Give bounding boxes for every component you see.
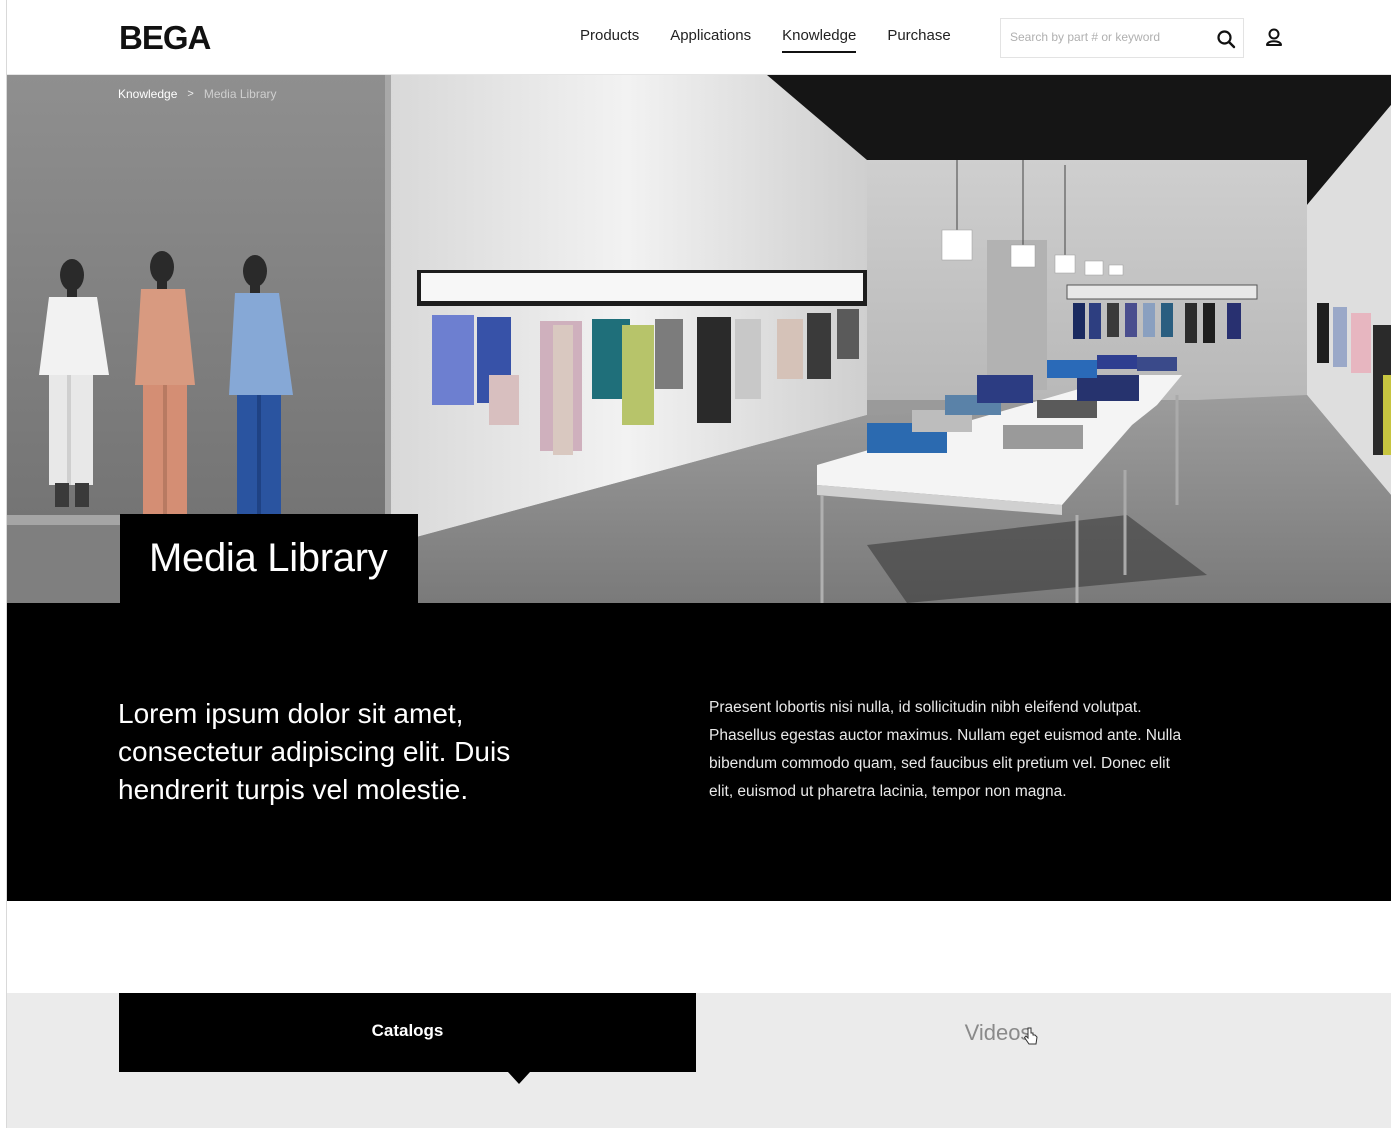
page-frame: BEGA Products Applications Knowledge Pur… [6, 0, 1391, 1128]
search-box [1000, 18, 1244, 58]
nav-products[interactable]: Products [580, 27, 639, 51]
tab-videos[interactable]: Videos [696, 993, 1296, 1072]
breadcrumb-separator: > [187, 88, 194, 100]
tab-catalogs-label: Catalogs [371, 1021, 444, 1040]
tab-catalogs[interactable]: Catalogs [119, 993, 696, 1084]
main-nav: Products Applications Knowledge Purchase [580, 27, 982, 53]
nav-applications[interactable]: Applications [670, 27, 751, 51]
intro-section: Lorem ipsum dolor sit amet, consectetur … [7, 603, 1391, 901]
nav-purchase[interactable]: Purchase [887, 27, 950, 51]
search-icon[interactable] [1215, 28, 1237, 50]
bega-logo[interactable]: BEGA [119, 19, 211, 57]
intro-body-text: Praesent lobortis nisi nulla, id sollici… [709, 699, 1182, 800]
intro-lead-text: Lorem ipsum dolor sit amet, consectetur … [118, 698, 511, 805]
tab-videos-label: Videos [964, 1020, 1032, 1045]
media-tabs: Catalogs Videos [7, 993, 1391, 1128]
breadcrumb-current: Media Library [203, 87, 277, 101]
search-input[interactable] [1010, 30, 1206, 44]
breadcrumb: Knowledge > Media Library [118, 87, 277, 101]
hero-title-box: Media Library [120, 514, 418, 604]
nav-knowledge[interactable]: Knowledge [782, 27, 857, 53]
page-title: Media Library [149, 536, 388, 580]
breadcrumb-link-knowledge[interactable]: Knowledge [118, 87, 177, 101]
hand-cursor-icon [1023, 1027, 1038, 1045]
active-tab-caret [508, 1072, 530, 1084]
user-account-icon[interactable] [1264, 26, 1284, 48]
site-header: BEGA Products Applications Knowledge Pur… [7, 0, 1391, 75]
